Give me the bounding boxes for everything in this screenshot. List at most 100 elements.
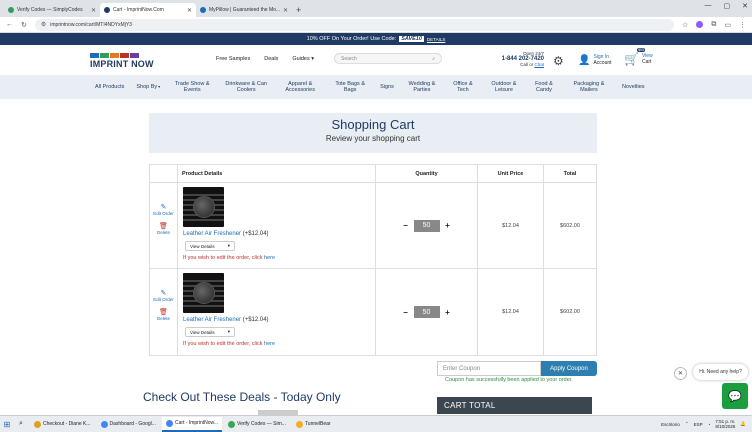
- category-trade-show[interactable]: Trade Show & Events: [166, 81, 218, 93]
- account-label: Account: [593, 60, 612, 66]
- bookmark-star-icon[interactable]: ☆: [682, 21, 688, 29]
- search-icon[interactable]: ⌕: [14, 420, 28, 428]
- edit-order-button[interactable]: ✎ Edit Order: [153, 203, 174, 216]
- category-novelties[interactable]: Novelties: [616, 84, 651, 90]
- taskbar-app[interactable]: Checkout - Diane K...: [30, 417, 95, 432]
- window-controls: — ▢ ✕: [705, 2, 749, 10]
- increment-button[interactable]: +: [443, 307, 453, 317]
- chat-greeting[interactable]: Hi. Need any help?: [693, 364, 748, 380]
- category-apparel[interactable]: Apparel & Accessories: [274, 81, 326, 93]
- category-packaging[interactable]: Packaging & Mailers: [562, 81, 616, 93]
- category-outdoor[interactable]: Outdoor & Leisure: [482, 81, 526, 93]
- quantity-value[interactable]: 50: [413, 306, 440, 318]
- notification-icon[interactable]: 🔔: [740, 421, 746, 427]
- tab-label: Verify Codes — SimplyCodes: [17, 7, 83, 13]
- promo-bar: 10% OFF On Your Order! Use Code: SAVE10 …: [0, 33, 752, 45]
- browser-tab-active[interactable]: Cart - ImprintNow.Com ✕: [100, 3, 196, 17]
- table-row: ✎ Edit Order 🗑 Delete Leather Air Freshene…: [150, 183, 596, 269]
- account-link[interactable]: 👤 Sign In Account: [578, 54, 612, 66]
- page-title: Shopping Cart: [331, 117, 415, 132]
- system-tray: Escritorio ⌃ ESP ◔ 7:51 p. m. 8/10/2025 …: [661, 419, 752, 429]
- taskbar-app-active[interactable]: Cart - ImprintNow...: [161, 416, 223, 432]
- decrement-button[interactable]: −: [401, 221, 411, 231]
- tab-label: Cart - ImprintNow.Com: [113, 7, 164, 13]
- puzzle-icon[interactable]: ⧉: [711, 21, 716, 29]
- table-header: Product Details Quantity Unit Price Tota…: [150, 165, 596, 183]
- edit-here-link[interactable]: here: [264, 341, 275, 347]
- view-details-dropdown[interactable]: View Details ▾: [185, 241, 235, 251]
- maximize-icon[interactable]: ▢: [724, 2, 731, 10]
- minimize-icon[interactable]: —: [705, 2, 712, 10]
- close-icon[interactable]: ✕: [187, 7, 192, 14]
- promo-details-link[interactable]: DETAILS: [427, 37, 445, 42]
- edit-here-link[interactable]: here: [264, 255, 275, 261]
- coupon-input[interactable]: Enter Coupon: [437, 361, 541, 376]
- url-text: imprintnow.com/cart/MTI4NDYxMjY3: [50, 21, 132, 28]
- promo-text: 10% OFF On Your Order! Use Code:: [306, 36, 397, 42]
- wifi-icon[interactable]: ◔: [708, 422, 711, 427]
- category-shop-by[interactable]: Shop By ▾: [130, 84, 166, 90]
- close-icon[interactable]: ✕: [283, 7, 288, 14]
- quantity-value[interactable]: 50: [413, 219, 440, 232]
- chevron-down-icon: ▾: [227, 329, 230, 334]
- taskbar-app[interactable]: Dashboard - Googl...: [97, 417, 160, 432]
- category-food-candy[interactable]: Food & Candy: [526, 81, 562, 93]
- cart-badge: $55: [637, 48, 645, 52]
- product-image[interactable]: [183, 187, 224, 227]
- decrement-button[interactable]: −: [401, 307, 411, 317]
- close-window-icon[interactable]: ✕: [742, 2, 748, 10]
- cart-link[interactable]: 🛒 $55 View Cart: [624, 48, 653, 66]
- product-cell: Leather Air Freshener (+$12.04) View Det…: [178, 269, 376, 355]
- category-tote-bags[interactable]: Tote Bags & Bags: [326, 81, 374, 93]
- sidebar-icon[interactable]: ▭: [724, 21, 731, 29]
- clock[interactable]: 7:51 p. m. 8/10/2025: [715, 419, 735, 429]
- edit-order-button[interactable]: ✎ Edit Order: [153, 289, 174, 302]
- language-indicator[interactable]: ESP: [694, 422, 703, 427]
- unit-price: $12.04: [502, 309, 519, 315]
- category-wedding[interactable]: Wedding & Parties: [400, 81, 444, 93]
- product-cell: Leather Air Freshener (+$12.04) View Det…: [178, 183, 376, 268]
- browser-tab[interactable]: MyPillow | Guaranteed the Mo... ✕: [196, 3, 292, 17]
- line-total: $602.00: [560, 222, 580, 229]
- chat-launcher-button[interactable]: 💬: [722, 383, 748, 409]
- col-unit-price: Unit Price: [478, 165, 544, 182]
- coupon-success-message: Coupon has successfully been applied to …: [445, 377, 573, 383]
- delete-button[interactable]: 🗑 Delete: [157, 222, 170, 235]
- taskbar-app[interactable]: TunnelBear: [292, 417, 335, 432]
- search-icon[interactable]: ⌕: [432, 56, 435, 62]
- edit-icon: ✎: [160, 290, 167, 297]
- windows-start-icon[interactable]: ⊞: [0, 420, 14, 429]
- quantity-stepper: − 50 +: [376, 183, 478, 268]
- product-image[interactable]: [183, 273, 224, 313]
- extension-icon[interactable]: [696, 21, 704, 28]
- chevron-up-icon[interactable]: ⌃: [685, 421, 689, 427]
- reload-icon[interactable]: ↻: [21, 21, 27, 29]
- delete-button[interactable]: 🗑 Delete: [157, 308, 170, 321]
- taskbar-app[interactable]: Verify Codes — Sim...: [224, 417, 290, 432]
- browser-tab[interactable]: Verify Codes — SimplyCodes ✕: [4, 3, 100, 17]
- new-tab-button[interactable]: +: [296, 3, 301, 17]
- nav-free-samples[interactable]: Free Samples: [216, 56, 250, 62]
- nav-deals[interactable]: Deals: [264, 56, 278, 62]
- chat-link[interactable]: Chat: [534, 62, 544, 67]
- url-field[interactable]: ⚙ imprintnow.com/cart/MTI4NDYxMjY3: [34, 18, 675, 31]
- increment-button[interactable]: +: [443, 221, 453, 231]
- view-details-dropdown[interactable]: View Details ▾: [185, 327, 235, 337]
- gear-icon[interactable]: ⚙: [553, 54, 564, 68]
- category-signs[interactable]: Signs: [374, 84, 400, 90]
- site-logo[interactable]: IMPRINT NOW: [90, 53, 154, 69]
- cart-table: Product Details Quantity Unit Price Tota…: [149, 164, 597, 356]
- category-all-products[interactable]: All Products: [89, 84, 130, 90]
- page-subtitle: Review your shopping cart: [325, 134, 421, 143]
- desktop-label[interactable]: Escritorio: [661, 422, 680, 427]
- category-drinkware[interactable]: Drinkware & Can Coolers: [218, 81, 274, 93]
- close-icon[interactable]: ✕: [91, 7, 96, 14]
- menu-icon[interactable]: ⋮: [739, 21, 746, 29]
- search-input[interactable]: Search ⌕: [334, 53, 442, 64]
- chat-close-button[interactable]: ✕: [674, 367, 687, 380]
- category-office-tech[interactable]: Office & Tech: [444, 81, 482, 93]
- back-icon[interactable]: ←: [6, 21, 13, 28]
- nav-guides[interactable]: Guides ▾: [292, 56, 314, 62]
- apply-coupon-button[interactable]: Apply Coupon: [541, 361, 597, 376]
- site-info-icon[interactable]: ⚙: [41, 21, 46, 28]
